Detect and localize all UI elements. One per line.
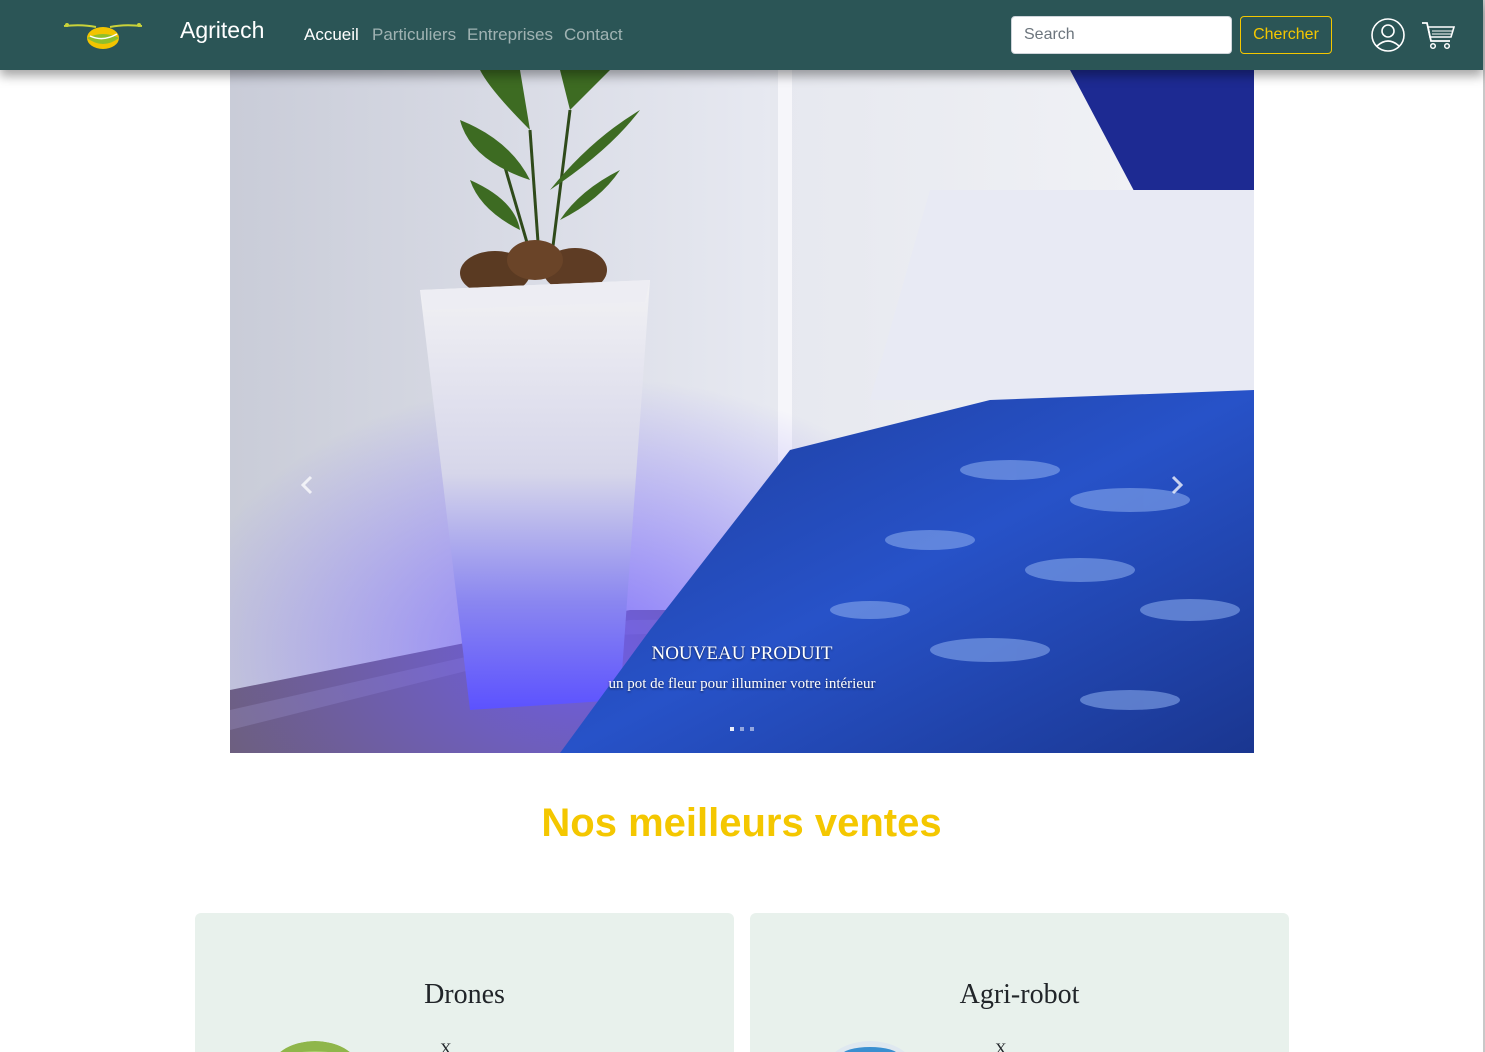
top-navbar: Agritech Accueil Particuliers Entreprise…	[0, 0, 1483, 70]
carousel-caption-text: un pot de fleur pour illuminer votre int…	[608, 676, 876, 692]
nav-link-accueil[interactable]: Accueil	[304, 25, 359, 45]
product-card[interactable]: Agri-robot X	[750, 913, 1289, 1052]
carousel-indicator[interactable]	[730, 727, 734, 731]
nav-link-particuliers[interactable]: Particuliers	[372, 25, 456, 45]
user-icon[interactable]	[1370, 17, 1406, 53]
section-title: Nos meilleurs ventes	[541, 801, 942, 845]
carousel-caption-title: NOUVEAU PRODUIT	[651, 643, 833, 664]
nav-link-entreprises[interactable]: Entreprises	[467, 25, 553, 45]
carousel-indicators[interactable]	[230, 718, 1254, 736]
product-text: X	[440, 1041, 452, 1052]
carousel-indicator[interactable]	[750, 727, 754, 731]
product-text: X	[995, 1041, 1007, 1052]
cart-icon[interactable]	[1420, 17, 1456, 53]
product-title: Agri-robot	[959, 979, 1080, 1010]
search-input[interactable]	[1011, 16, 1232, 54]
brand-name[interactable]: Agritech	[180, 17, 264, 44]
search-button[interactable]: Chercher	[1240, 16, 1332, 54]
logo-icon[interactable]	[62, 16, 144, 54]
product-title: Drones	[424, 979, 505, 1010]
nav-link-contact[interactable]: Contact	[564, 25, 623, 45]
carousel-indicator[interactable]	[740, 727, 744, 731]
hero-carousel: NOUVEAU PRODUIT un pot de fleur pour ill…	[230, 70, 1254, 753]
product-image	[835, 1041, 905, 1052]
product-card[interactable]: Drones X	[195, 913, 734, 1052]
next-arrow-icon[interactable]	[1162, 470, 1192, 500]
prev-arrow-icon[interactable]	[292, 470, 322, 500]
product-image	[280, 1041, 350, 1052]
